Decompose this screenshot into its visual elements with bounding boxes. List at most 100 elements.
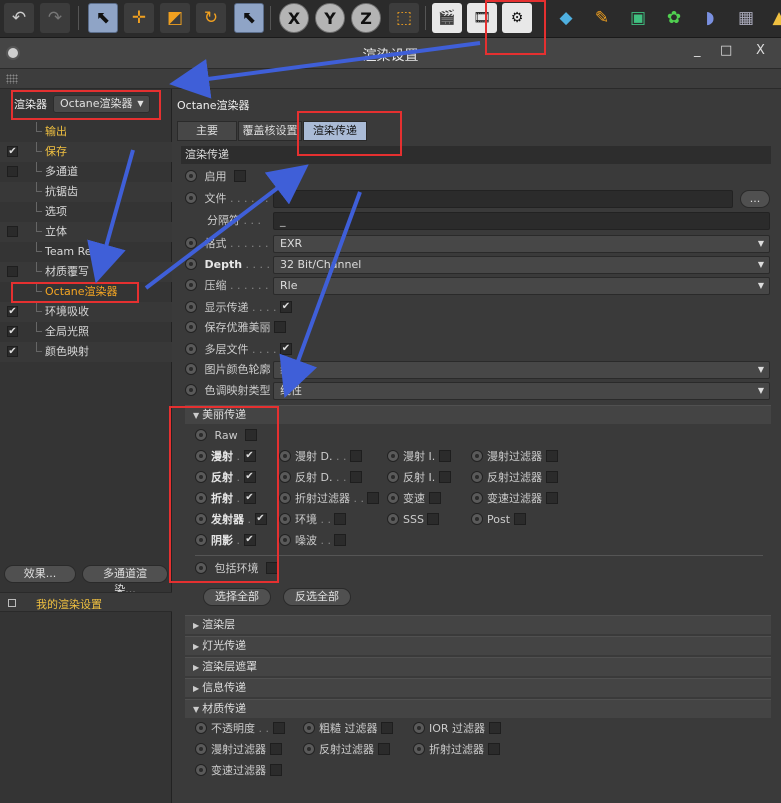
separator-field[interactable]: _ [273, 212, 770, 230]
multilayer-radio[interactable] [185, 343, 197, 355]
save-beauty-radio[interactable] [185, 321, 197, 333]
enable-checkbox[interactable] [234, 170, 246, 182]
depth-dropdown[interactable]: 32 Bit/Channel ▼ [273, 256, 770, 274]
sidebar-item[interactable]: Team Render [0, 242, 172, 262]
file-radio[interactable] [185, 192, 197, 204]
beauty-pass-checkbox[interactable] [367, 492, 380, 504]
close-button[interactable]: X [756, 43, 765, 58]
compression-dropdown[interactable]: Rle ▼ [273, 277, 770, 295]
group-header[interactable]: ▼ 材质传递 [185, 699, 771, 718]
sidebar-item[interactable]: 材质覆写 [0, 262, 172, 282]
sidebar-item-checkbox[interactable]: ✔ [7, 306, 18, 317]
material-pass-radio[interactable] [195, 743, 207, 755]
multilayer-checkbox[interactable]: ✔ [279, 343, 292, 355]
format-dropdown[interactable]: EXR ▼ [273, 235, 770, 253]
live-select-icon[interactable]: ⬉ [234, 3, 264, 33]
beauty-pass-radio[interactable] [387, 450, 399, 462]
file-path-field[interactable] [273, 190, 733, 208]
floor-icon[interactable]: ▦ [731, 3, 761, 33]
material-pass-radio[interactable] [195, 722, 207, 734]
redo-icon[interactable]: ↷ [40, 3, 70, 33]
camera-icon[interactable]: ▲ [764, 3, 781, 33]
tab-override-kernel[interactable]: 覆盖核设置 [238, 121, 302, 141]
beauty-pass-checkbox[interactable] [334, 513, 347, 525]
beauty-pass-radio[interactable] [387, 471, 399, 483]
depth-radio[interactable] [185, 258, 197, 270]
beauty-pass-radio[interactable] [279, 513, 291, 525]
material-pass-checkbox[interactable] [269, 743, 282, 755]
material-pass-checkbox[interactable] [272, 722, 285, 734]
sidebar-item-checkbox[interactable]: ✔ [7, 146, 18, 157]
beauty-pass-radio[interactable] [387, 492, 399, 504]
render-view-icon[interactable]: 🎬 [432, 3, 462, 33]
material-pass-radio[interactable] [413, 722, 425, 734]
sidebar-item-checkbox[interactable] [7, 166, 18, 177]
sidebar-item[interactable]: ✔ 颜色映射 [0, 342, 172, 362]
sidebar-item-checkbox[interactable]: ✔ [7, 326, 18, 337]
sidebar-item[interactable]: 立体 [0, 222, 172, 242]
group-header[interactable]: ▶ 灯光传递 [185, 636, 771, 655]
scale-tool-icon[interactable]: ◩ [160, 3, 190, 33]
beauty-pass-checkbox[interactable] [427, 513, 440, 525]
invert-selection-button[interactable]: 反选全部 [283, 588, 351, 606]
z-axis-icon[interactable]: Z [351, 3, 381, 33]
tab-main[interactable]: 主要 [177, 121, 237, 141]
tonemap-radio[interactable] [185, 384, 197, 396]
beauty-pass-radio[interactable] [387, 513, 399, 525]
beauty-pass-checkbox[interactable] [545, 471, 558, 483]
format-radio[interactable] [185, 237, 197, 249]
sidebar-item-checkbox[interactable] [7, 226, 18, 237]
material-pass-checkbox[interactable] [381, 722, 393, 734]
select-tool-icon[interactable]: ⬉ [88, 3, 118, 33]
sidebar-item[interactable]: ✔ 保存 [0, 142, 172, 162]
group-header[interactable]: ▶ 信息传递 [185, 678, 771, 697]
undo-icon[interactable]: ↶ [4, 3, 34, 33]
maximize-button[interactable]: □ [720, 43, 732, 58]
tonemap-dropdown[interactable]: 线性 ▼ [273, 382, 770, 400]
enable-radio[interactable] [185, 170, 197, 182]
multipass-render-button[interactable]: 多通道渲染... [82, 565, 168, 596]
sidebar-item-checkbox[interactable]: ✔ [7, 346, 18, 357]
beauty-pass-checkbox[interactable] [349, 450, 362, 462]
subdivision-icon[interactable]: ▣ [623, 3, 653, 33]
beauty-pass-checkbox[interactable] [545, 492, 558, 504]
material-pass-radio[interactable] [195, 764, 207, 776]
beauty-pass-radio[interactable] [471, 450, 483, 462]
color-profile-dropdown[interactable]: 线性 ▼ [273, 361, 770, 379]
material-pass-radio[interactable] [413, 743, 425, 755]
beauty-pass-checkbox[interactable] [349, 471, 362, 483]
material-pass-checkbox[interactable] [269, 764, 282, 776]
material-pass-checkbox[interactable] [487, 743, 500, 755]
sidebar-item-checkbox[interactable] [7, 266, 18, 277]
material-pass-radio[interactable] [303, 743, 315, 755]
cube-icon[interactable]: ◆ [551, 3, 581, 33]
select-all-button[interactable]: 选择全部 [203, 588, 271, 606]
beauty-pass-checkbox[interactable] [428, 492, 441, 504]
material-pass-checkbox[interactable] [377, 743, 390, 755]
color-profile-radio[interactable] [185, 363, 197, 375]
pen-icon[interactable]: ✎ [587, 3, 617, 33]
group-header[interactable]: ▶ 渲染层遮罩 [185, 657, 771, 676]
effects-button[interactable]: 效果... [4, 565, 76, 583]
coordinate-system-icon[interactable]: ⬚ [389, 3, 419, 33]
beauty-pass-radio[interactable] [471, 513, 483, 525]
beauty-pass-radio[interactable] [279, 534, 291, 546]
beauty-pass-radio[interactable] [279, 471, 291, 483]
material-pass-radio[interactable] [303, 722, 315, 734]
panel-grip[interactable] [0, 69, 781, 89]
x-axis-icon[interactable]: X [279, 3, 309, 33]
cloner-icon[interactable]: ✿ [659, 3, 689, 33]
beauty-pass-radio[interactable] [279, 492, 291, 504]
beauty-pass-radio[interactable] [471, 492, 483, 504]
sidebar-item[interactable]: 输出 [0, 122, 172, 142]
beauty-pass-radio[interactable] [471, 471, 483, 483]
group-header[interactable]: ▶ 渲染层 [185, 615, 771, 634]
rotate-tool-icon[interactable]: ↻ [196, 3, 226, 33]
save-beauty-checkbox[interactable] [274, 321, 286, 333]
move-tool-icon[interactable]: ✛ [124, 3, 154, 33]
minimize-button[interactable]: _ [694, 43, 701, 58]
beauty-pass-radio[interactable] [279, 450, 291, 462]
beauty-pass-checkbox[interactable] [513, 513, 526, 525]
sidebar-item[interactable]: 选项 [0, 202, 172, 222]
sidebar-item[interactable]: 多通道 [0, 162, 172, 182]
